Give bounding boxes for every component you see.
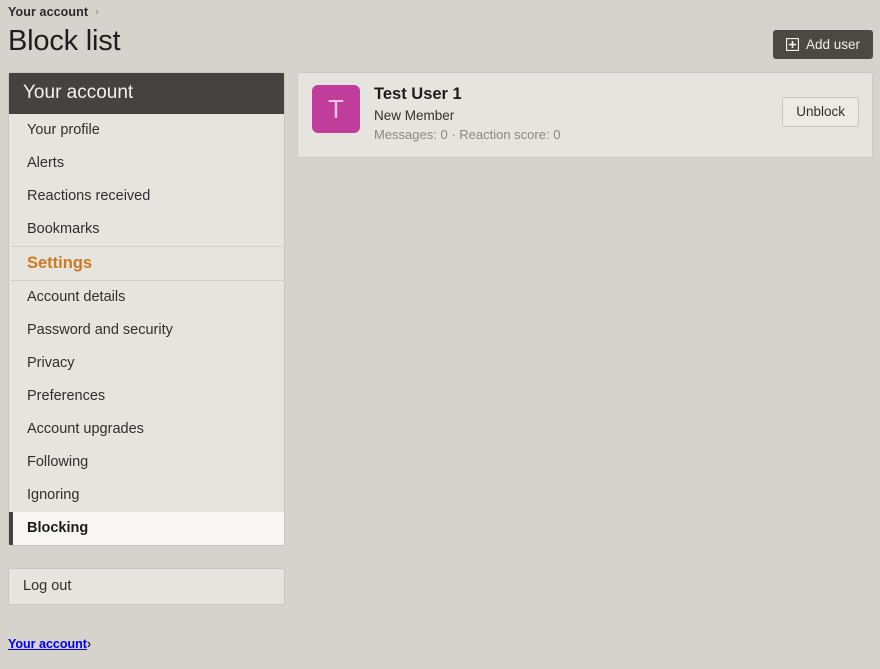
sidebar-section-settings: Settings (9, 246, 284, 281)
sidebar-item-privacy[interactable]: Privacy (9, 347, 284, 380)
sidebar-item-alerts[interactable]: Alerts (9, 147, 284, 180)
add-user-button[interactable]: Add user (772, 30, 873, 59)
chevron-right-icon: › (95, 6, 99, 18)
title-row: Block list Add user (0, 25, 880, 65)
breadcrumb-bottom: Your account › (8, 637, 91, 651)
add-user-label: Add user (805, 37, 860, 52)
sidebar-item-reactions-received[interactable]: Reactions received (9, 180, 284, 213)
sidebar-item-account-details[interactable]: Account details (9, 281, 284, 314)
chevron-right-icon-bottom: › (86, 637, 92, 651)
sidebar-nav: Your profile Alerts Reactions received B… (9, 114, 284, 545)
main-panel: T Test User 1 New Member Messages: 0 · R… (297, 72, 873, 158)
sidebar-panel: Your account Your profile Alerts Reactio… (8, 72, 285, 546)
blocked-user-stats: Messages: 0 · Reaction score: 0 (374, 127, 561, 142)
unblock-button[interactable]: Unblock (782, 97, 859, 127)
sidebar-item-following[interactable]: Following (9, 446, 284, 479)
sidebar-item-account-upgrades[interactable]: Account upgrades (9, 413, 284, 446)
page-root: Your account › Block list Add user Your … (0, 0, 880, 669)
page-title: Block list (8, 25, 121, 57)
content-area: Your account Your profile Alerts Reactio… (0, 72, 880, 605)
blocked-user-row: T Test User 1 New Member Messages: 0 · R… (297, 72, 873, 158)
sidebar-item-bookmarks[interactable]: Bookmarks (9, 213, 284, 246)
sidebar: Your account Your profile Alerts Reactio… (8, 72, 285, 605)
breadcrumb-top: Your account › (8, 5, 99, 19)
sidebar-item-ignoring[interactable]: Ignoring (9, 479, 284, 512)
sidebar-item-password-and-security[interactable]: Password and security (9, 314, 284, 347)
sidebar-item-your-profile[interactable]: Your profile (9, 114, 284, 147)
plus-square-icon (785, 37, 800, 52)
logout-button[interactable]: Log out (8, 568, 285, 605)
logout-wrapper: Log out (8, 568, 285, 605)
sidebar-item-preferences[interactable]: Preferences (9, 380, 284, 413)
avatar[interactable]: T (312, 85, 360, 133)
sidebar-item-blocking[interactable]: Blocking (9, 512, 284, 545)
breadcrumb-bottom-link-your-account[interactable]: Your account (8, 637, 87, 651)
breadcrumb-link-your-account[interactable]: Your account (8, 5, 88, 19)
sidebar-header: Your account (9, 73, 284, 114)
